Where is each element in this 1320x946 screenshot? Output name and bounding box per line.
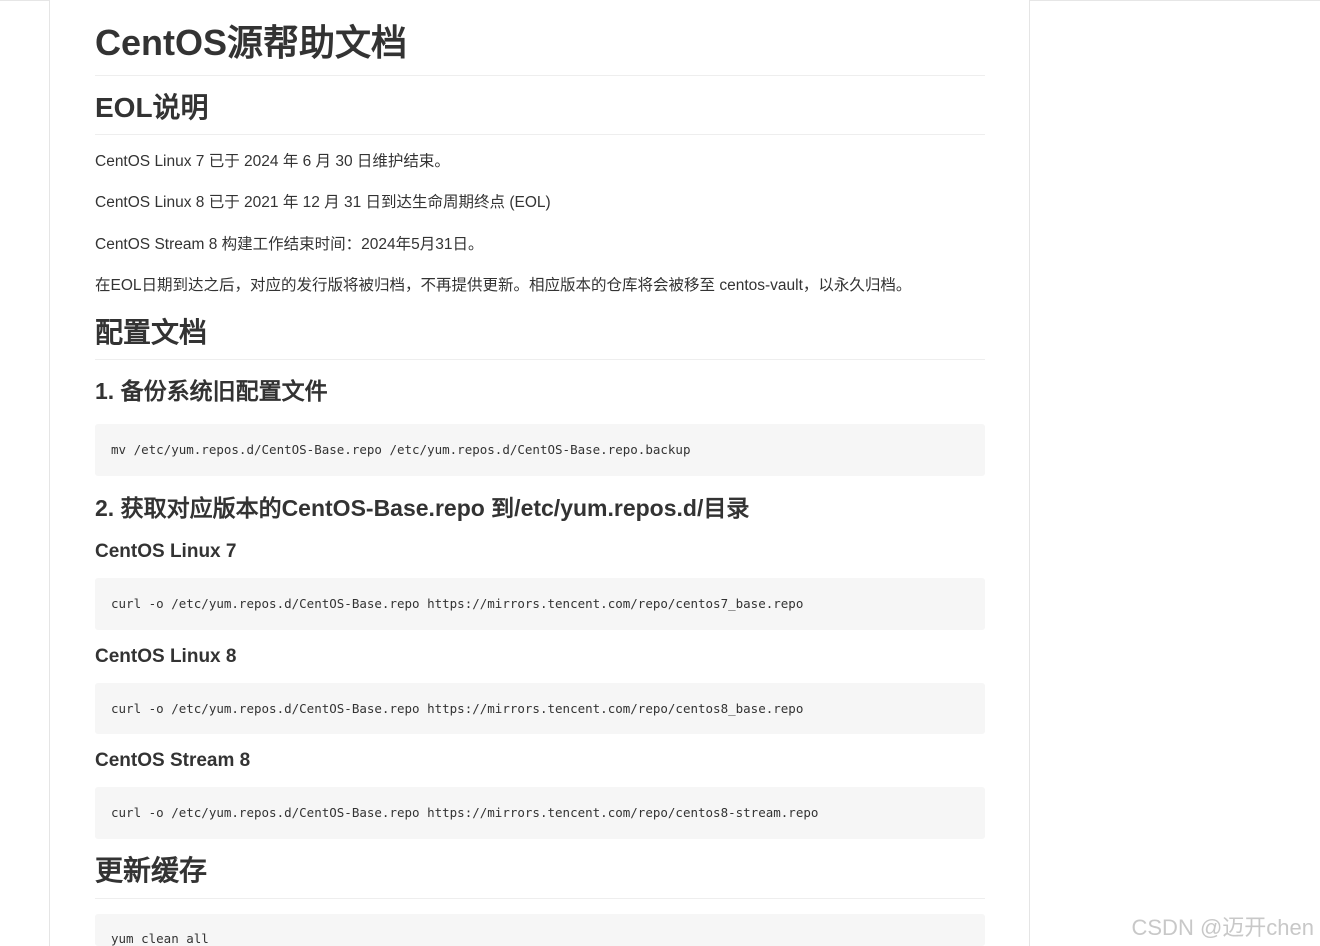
step1-heading: 1. 备份系统旧配置文件 — [95, 378, 328, 404]
csdn-watermark: CSDN @迈开chen — [1131, 915, 1315, 940]
page-title: CentOS源帮助文档 — [95, 22, 408, 63]
centos8-code[interactable]: curl -o /etc/yum.repos.d/CentOS-Base.rep… — [111, 683, 969, 734]
eol-heading: EOL说明 — [95, 92, 209, 123]
cache-code-block[interactable]: yum clean all — [95, 914, 985, 946]
title-divider — [95, 75, 985, 76]
eol-divider — [95, 134, 985, 135]
eol-paragraph-centos7: CentOS Linux 7 已于 2024 年 6 月 30 日维护结束。 — [95, 153, 450, 170]
config-divider — [95, 359, 985, 360]
stream8-heading: CentOS Stream 8 — [95, 750, 251, 771]
eol-paragraph-stream8: CentOS Stream 8 构建工作结束时间：2024年5月31日。 — [95, 236, 484, 253]
eol-paragraph-archive: 在EOL日期到达之后，对应的发行版将被归档，不再提供更新。相应版本的仓库将会被移… — [95, 277, 912, 294]
cache-code[interactable]: yum clean all — [111, 914, 969, 946]
centos8-heading: CentOS Linux 8 — [95, 646, 237, 667]
step1-code-block[interactable]: mv /etc/yum.repos.d/CentOS-Base.repo /et… — [95, 424, 985, 476]
centos7-code[interactable]: curl -o /etc/yum.repos.d/CentOS-Base.rep… — [111, 578, 969, 630]
centos7-code-block[interactable]: curl -o /etc/yum.repos.d/CentOS-Base.rep… — [95, 578, 985, 630]
cache-divider — [95, 898, 985, 899]
step2-heading: 2. 获取对应版本的CentOS-Base.repo 到/etc/yum.rep… — [95, 495, 750, 521]
cache-heading: 更新缓存 — [95, 855, 208, 886]
config-heading: 配置文档 — [95, 317, 208, 348]
step1-code[interactable]: mv /etc/yum.repos.d/CentOS-Base.repo /et… — [111, 424, 969, 476]
centos7-heading: CentOS Linux 7 — [95, 541, 237, 562]
eol-paragraph-centos8: CentOS Linux 8 已于 2021 年 12 月 31 日到达生命周期… — [95, 194, 551, 211]
stream8-code[interactable]: curl -o /etc/yum.repos.d/CentOS-Base.rep… — [111, 787, 969, 839]
centos8-code-block[interactable]: curl -o /etc/yum.repos.d/CentOS-Base.rep… — [95, 683, 985, 734]
stream8-code-block[interactable]: curl -o /etc/yum.repos.d/CentOS-Base.rep… — [95, 787, 985, 839]
